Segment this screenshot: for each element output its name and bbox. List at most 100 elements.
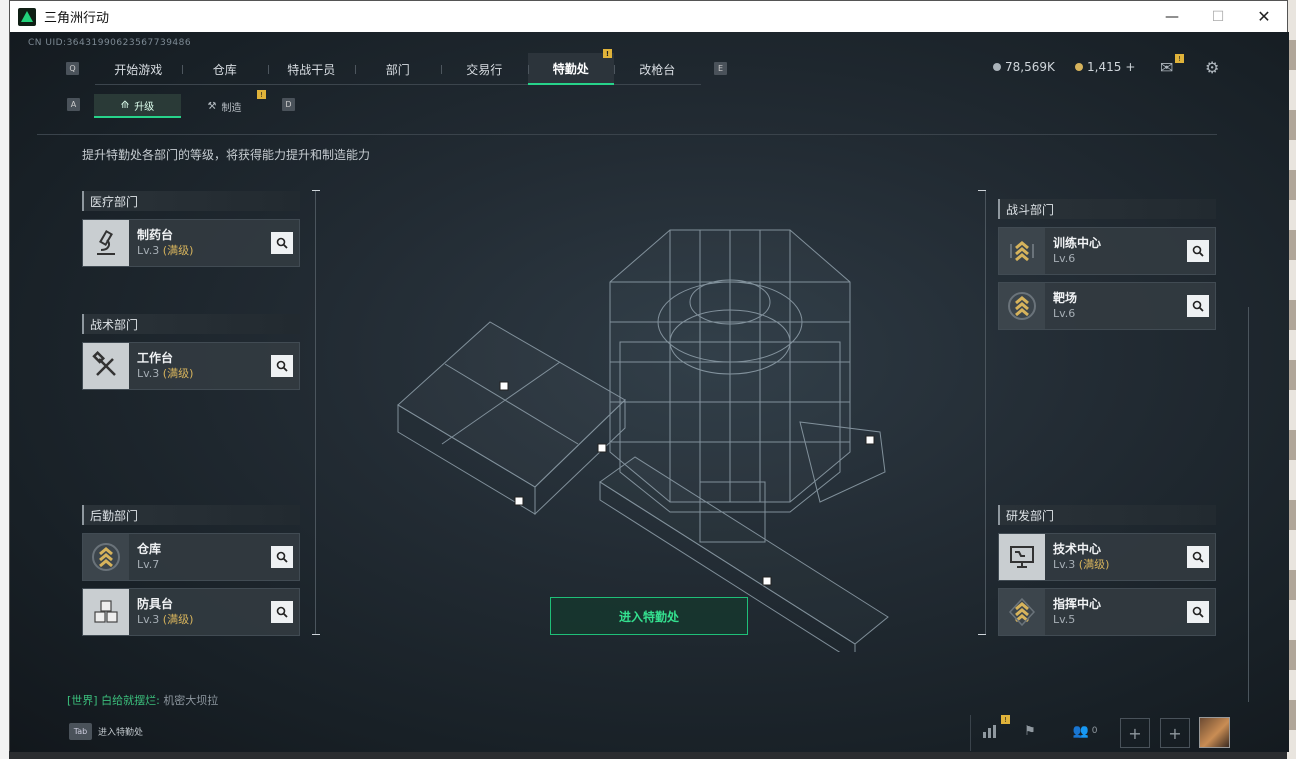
- gear-icon[interactable]: ⚙: [1205, 58, 1219, 77]
- key-hint-a: A: [67, 98, 80, 111]
- tab-warehouse[interactable]: 仓库: [181, 53, 269, 85]
- facility-level: Lv.3: [137, 244, 160, 257]
- search-icon[interactable]: [271, 232, 293, 254]
- max-level-tag: (满级): [1078, 558, 1110, 571]
- friends-button[interactable]: 👥 0: [1068, 719, 1102, 743]
- search-icon[interactable]: [1187, 601, 1209, 623]
- subtab-upgrade[interactable]: ⟰ 升级: [94, 94, 181, 118]
- craft-icon: ⚒: [207, 100, 217, 112]
- search-icon[interactable]: [1187, 546, 1209, 568]
- silver-currency: 78,569K: [993, 60, 1055, 74]
- key-hint-d: D: [282, 98, 295, 111]
- tab-operators[interactable]: 特战干员: [268, 53, 355, 85]
- facility-card-command-center[interactable]: 指挥中心 Lv.5: [998, 588, 1216, 636]
- maximize-button[interactable]: ☐: [1195, 1, 1241, 32]
- facility-card-pharmacy[interactable]: 制药台 Lv.3 (满级): [82, 219, 300, 267]
- world-chat-line[interactable]: [世界] 白给就摆烂: 机密大坝拉: [67, 692, 218, 708]
- subtab-craft[interactable]: ⚒ 制造 !: [181, 90, 268, 118]
- facility-card-shooting-range[interactable]: 靶场 Lv.6: [998, 282, 1216, 330]
- stats-icon[interactable]: [980, 719, 1000, 743]
- desktop-left-edge: [0, 0, 9, 759]
- gold-coin-icon: [1075, 63, 1083, 71]
- dept-header-research: 研发部门: [998, 505, 1216, 525]
- facility-name: 技术中心: [1053, 542, 1102, 556]
- facility-name: 仓库: [137, 542, 162, 556]
- frame-corner: [312, 634, 320, 635]
- search-icon[interactable]: [271, 355, 293, 377]
- tab-special-ops[interactable]: 特勤处 !: [527, 49, 614, 85]
- facility-name: 指挥中心: [1053, 597, 1102, 611]
- facility-name: 防具台: [137, 597, 174, 611]
- frame-corner: [312, 190, 320, 191]
- facility-level: Lv.5: [1053, 613, 1076, 626]
- upgrade-icon: ⟰: [120, 99, 130, 111]
- facility-level: Lv.6: [1053, 307, 1076, 320]
- key-hint-e: E: [714, 62, 727, 75]
- sub-navigation: ⟰ 升级 ⚒ 制造 !: [94, 90, 268, 118]
- craft-badge: !: [257, 90, 266, 99]
- facility-level: Lv.6: [1053, 252, 1076, 265]
- facility-name: 训练中心: [1053, 236, 1102, 250]
- facility-level: Lv.3: [137, 367, 160, 380]
- enter-special-ops-button[interactable]: 进入特勤处: [550, 597, 748, 635]
- gold-currency[interactable]: 1,415 +: [1075, 60, 1135, 74]
- mail-badge: !: [1175, 54, 1184, 63]
- tab-start-game[interactable]: 开始游戏: [95, 53, 182, 85]
- facility-card-storage[interactable]: 仓库 Lv.7: [82, 533, 300, 581]
- tab-departments[interactable]: 部门: [354, 53, 442, 85]
- tab-trading[interactable]: 交易行: [441, 53, 528, 85]
- max-level-tag: (满级): [162, 244, 194, 257]
- flag-icon[interactable]: ⚑: [1020, 719, 1040, 743]
- friends-icon: 👥: [1072, 723, 1089, 739]
- search-icon[interactable]: [1187, 240, 1209, 262]
- search-icon[interactable]: [271, 546, 293, 568]
- chat-message: 机密大坝拉: [163, 694, 219, 707]
- game-window: 三角洲行动 — ☐ ✕ CN UID:3643199062356773948​6…: [9, 0, 1289, 752]
- max-level-tag: (满级): [162, 613, 194, 626]
- facility-level: Lv.3: [137, 613, 160, 626]
- facility-card-armor-bench[interactable]: 防具台 Lv.3 (满级): [82, 588, 300, 636]
- tab-key-label: 进入特勤处: [98, 728, 144, 738]
- chat-channel: [世界]: [67, 694, 98, 707]
- facility-name: 工作台: [137, 351, 174, 365]
- tab-key: Tab: [69, 723, 92, 740]
- monitor-icon: [999, 534, 1045, 580]
- search-icon[interactable]: [1187, 295, 1209, 317]
- mail-icon[interactable]: ✉: [1160, 58, 1173, 77]
- add-teammate-slot-1[interactable]: +: [1120, 718, 1150, 748]
- max-level-tag: (满级): [162, 367, 194, 380]
- cubes-icon: [83, 589, 129, 635]
- scroll-track: [1248, 307, 1249, 702]
- chevron-rank-icon: [999, 228, 1045, 274]
- facility-card-training-center[interactable]: 训练中心 Lv.6: [998, 227, 1216, 275]
- dept-header-logistics: 后勤部门: [82, 505, 300, 525]
- gold-amount: 1,415: [1087, 60, 1122, 74]
- search-icon[interactable]: [271, 601, 293, 623]
- silver-amount: 78,569K: [1005, 60, 1055, 74]
- add-gold-button[interactable]: +: [1125, 60, 1135, 74]
- silver-coin-icon: [993, 63, 1001, 71]
- microscope-icon: [83, 220, 129, 266]
- special-ops-building-blueprint: [397, 229, 889, 652]
- subtab-upgrade-label: 升级: [134, 101, 155, 113]
- hammer-wrench-icon: [83, 343, 129, 389]
- frame-corner: [978, 634, 986, 635]
- delta-force-logo-icon: [18, 7, 36, 26]
- facility-card-workbench[interactable]: 工作台 Lv.3 (满级): [82, 342, 300, 390]
- key-hint-q: Q: [66, 62, 79, 75]
- facility-card-tech-center[interactable]: 技术中心 Lv.3 (满级): [998, 533, 1216, 581]
- frame-corner: [978, 190, 986, 191]
- facility-level: Lv.3: [1053, 558, 1076, 571]
- dept-header-medical: 医疗部门: [82, 191, 300, 211]
- stats-badge: !: [1001, 715, 1010, 724]
- left-frame-line: [315, 190, 316, 635]
- tab-key-hint[interactable]: Tab 进入特勤处: [69, 723, 143, 740]
- window-title: 三角洲行动: [44, 11, 110, 26]
- close-button[interactable]: ✕: [1241, 1, 1287, 32]
- game-viewport: CN UID:3643199062356773948​6 Q 开始游戏 仓库 特…: [10, 32, 1289, 752]
- tab-gunsmith[interactable]: 改枪台: [614, 53, 701, 85]
- avatar[interactable]: [1199, 717, 1230, 748]
- title-bar: 三角洲行动 — ☐ ✕: [10, 1, 1287, 32]
- minimize-button[interactable]: —: [1149, 1, 1195, 32]
- add-teammate-slot-2[interactable]: +: [1160, 718, 1190, 748]
